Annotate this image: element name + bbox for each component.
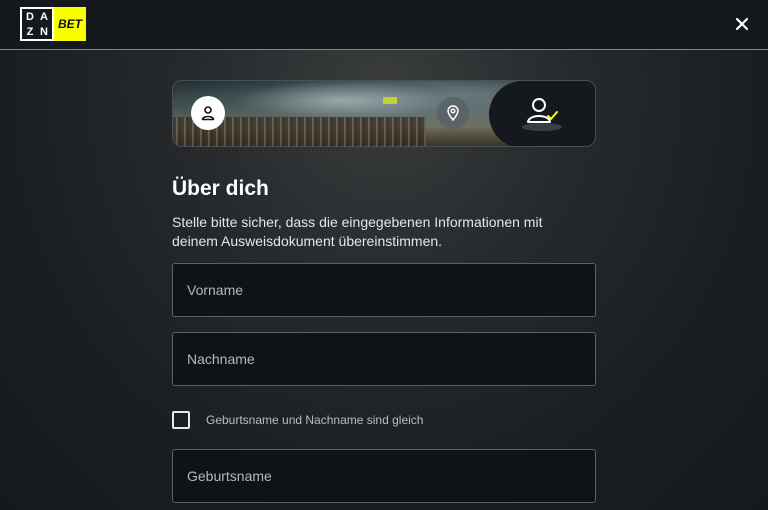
same-name-checkbox[interactable] [172, 411, 190, 429]
location-pin-icon [447, 105, 459, 121]
close-button[interactable] [730, 12, 754, 36]
person-icon [201, 106, 215, 121]
stadium-scoreboard [383, 97, 397, 104]
close-icon [735, 17, 749, 31]
progress-stepper-banner [172, 80, 596, 147]
birth-name-input[interactable] [173, 450, 595, 502]
logo-letter-a: A [40, 11, 48, 23]
bet-logo-badge: BET [54, 7, 86, 41]
logo-letter-n: N [40, 26, 48, 38]
birth-name-field[interactable] [172, 449, 596, 503]
logo-letter-z: Z [26, 26, 34, 38]
form-subtitle: Stelle bitte sicher, dass die eingegeben… [172, 214, 543, 249]
same-name-checkbox-label: Geburtsname und Nachname sind gleich [206, 413, 424, 427]
person-check-icon [522, 97, 562, 131]
step-personal-icon-circle [191, 96, 225, 130]
last-name-input[interactable] [173, 333, 595, 385]
logo-letter-d: D [26, 11, 34, 23]
last-name-field[interactable] [172, 332, 596, 386]
top-bar: D A Z N BET [0, 0, 768, 50]
same-name-checkbox-row[interactable]: Geburtsname und Nachname sind gleich [172, 410, 423, 430]
first-name-field[interactable] [172, 263, 596, 317]
first-name-input[interactable] [173, 264, 595, 316]
step-address-icon-circle [437, 97, 469, 129]
dazn-logo-mark: D A Z N [20, 7, 54, 41]
step-identity-current [489, 81, 595, 146]
dazn-bet-logo[interactable]: D A Z N BET [20, 7, 86, 41]
registration-page: D A Z N BET Über dich Stelle bitte siche… [0, 0, 768, 510]
form-title: Über dich [172, 177, 269, 200]
